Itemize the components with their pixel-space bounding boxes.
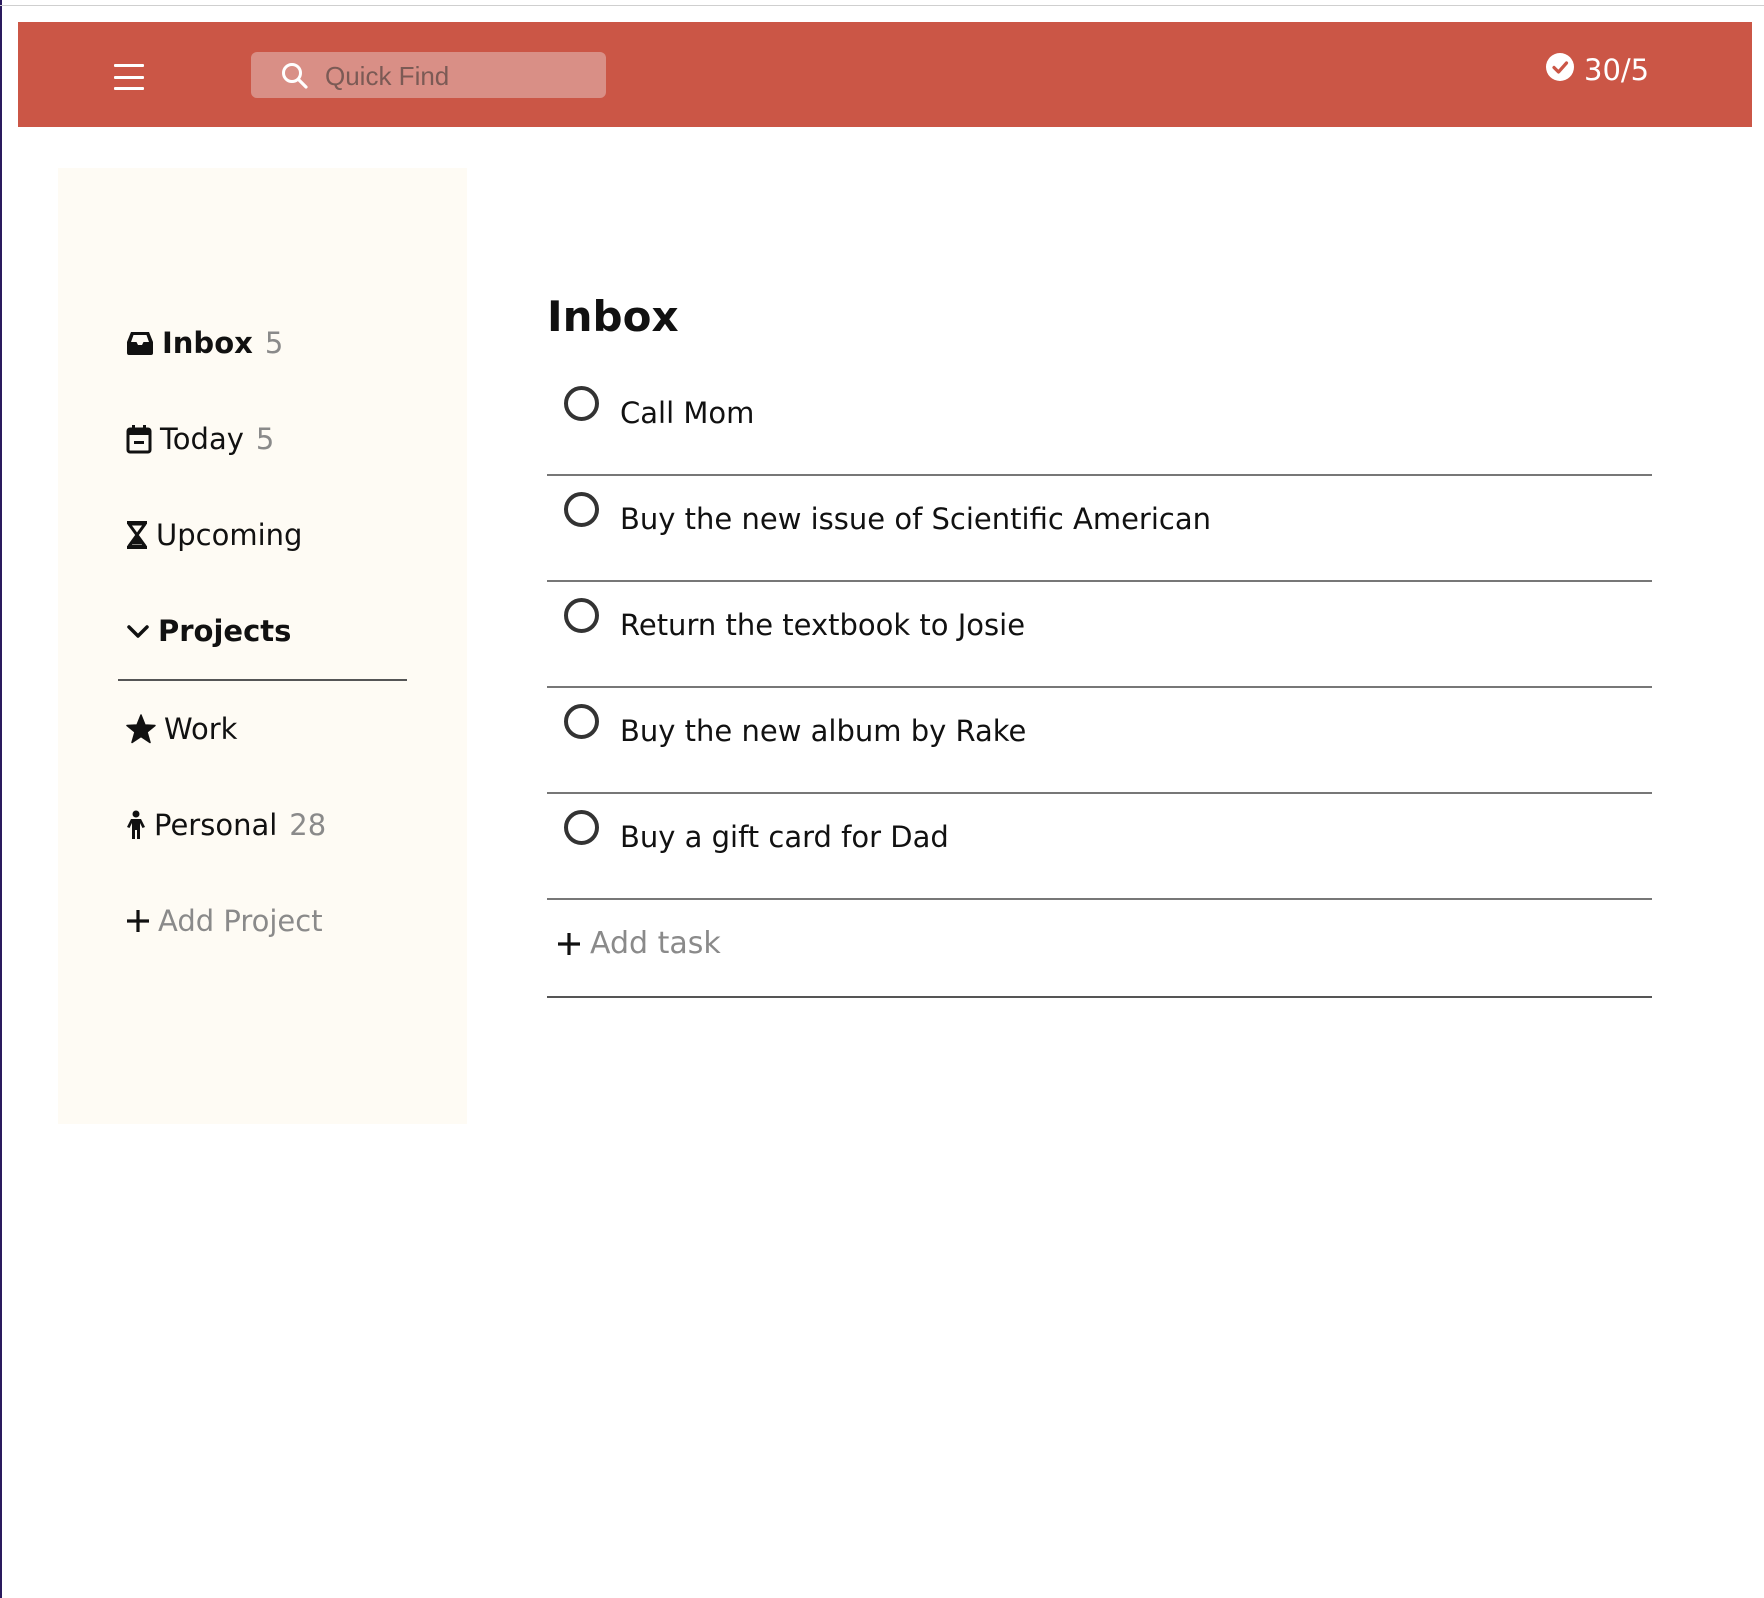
star-icon — [126, 714, 156, 744]
task-item[interactable]: Return the textbook to Josie — [547, 582, 1652, 688]
sidebar-item-label: Work — [164, 712, 238, 746]
chevron-down-icon[interactable] — [126, 622, 150, 640]
task-text: Call Mom — [620, 396, 755, 430]
inbox-icon — [126, 330, 154, 356]
quick-find-search[interactable] — [251, 52, 606, 98]
projects-label: Projects — [158, 614, 292, 648]
task-text: Buy the new issue of Scientific American — [620, 502, 1212, 536]
today-count: 5 — [255, 422, 275, 456]
task-checkbox[interactable] — [564, 704, 599, 739]
sidebar-item-upcoming[interactable]: Upcoming — [126, 513, 302, 557]
plus-icon — [557, 932, 581, 960]
calendar-icon — [126, 424, 152, 454]
sidebar-item-label: Inbox — [162, 326, 253, 360]
karma-value: 30/5 — [1584, 53, 1650, 87]
add-project-label: Add Project — [158, 904, 323, 938]
task-text: Buy the new album by Rake — [620, 714, 1027, 748]
task-item[interactable]: Buy a gift card for Dad — [547, 794, 1652, 900]
page-title: Inbox — [547, 292, 679, 341]
karma-counter[interactable]: 30/5 — [1546, 50, 1649, 90]
task-checkbox[interactable] — [564, 386, 599, 421]
task-item[interactable]: Buy the new album by Rake — [547, 688, 1652, 794]
sidebar-item-personal[interactable]: Personal 28 — [126, 803, 326, 847]
window-edge — [0, 0, 2, 1598]
task-text: Return the textbook to Josie — [620, 608, 1026, 642]
sidebar-item-label: Upcoming — [156, 518, 303, 552]
sidebar-divider — [118, 679, 407, 681]
task-text: Buy a gift card for Dad — [620, 820, 949, 854]
sidebar-item-label: Today — [160, 422, 244, 456]
add-project-button[interactable]: Add Project — [126, 899, 323, 943]
sidebar-item-work[interactable]: Work — [126, 707, 237, 751]
task-checkbox[interactable] — [564, 810, 599, 845]
add-task-label: Add task — [590, 926, 721, 961]
hourglass-icon — [126, 520, 148, 550]
window-top-border — [0, 5, 1764, 6]
search-icon — [281, 62, 309, 94]
inbox-count: 5 — [264, 326, 284, 360]
sidebar-item-today[interactable]: Today 5 — [126, 417, 274, 461]
task-checkbox[interactable] — [564, 598, 599, 633]
plus-icon — [126, 909, 150, 933]
personal-count: 28 — [289, 808, 327, 842]
person-icon — [126, 810, 146, 840]
add-task-button[interactable]: Add task — [547, 898, 1652, 998]
sidebar-item-inbox[interactable]: Inbox 5 — [126, 321, 283, 365]
sidebar-item-label: Personal — [154, 808, 278, 842]
check-circle-icon — [1546, 52, 1574, 88]
hamburger-menu-icon[interactable] — [114, 64, 144, 90]
task-checkbox[interactable] — [564, 492, 599, 527]
search-input[interactable] — [323, 56, 597, 96]
task-item[interactable]: Call Mom — [547, 370, 1652, 476]
task-item[interactable]: Buy the new issue of Scientific American — [547, 476, 1652, 582]
projects-header[interactable]: Projects — [126, 609, 291, 653]
